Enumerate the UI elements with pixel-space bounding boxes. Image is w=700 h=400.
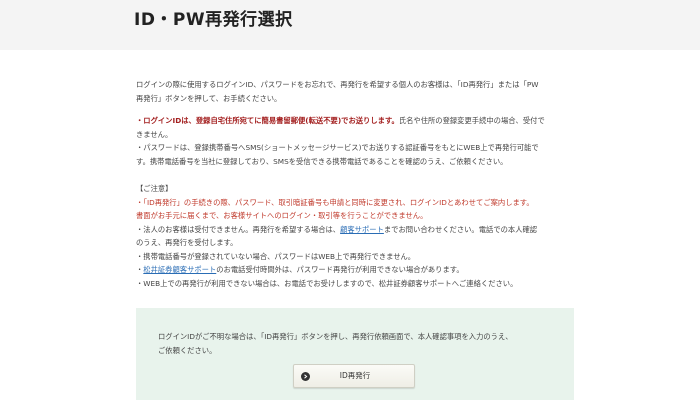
notes-heading: 【ご注意】 xyxy=(136,184,173,193)
notes-corporate-line: ・法人のお客様は受付できません。再発行を希望する場合は、顧客サポートまでお問い合… xyxy=(136,223,576,237)
login-info: ・ログインIDは、登録自宅住所宛てに簡易書留郵便(転送不要)でお送りします。氏名… xyxy=(136,114,576,168)
intro-text: ログインの際に使用するログインID、パスワードをお忘れで、再発行を希望する個人の… xyxy=(136,78,576,105)
login-id-bullet-line-2: きません。 xyxy=(136,129,173,139)
id-reissue-button[interactable]: ID再発行 xyxy=(293,364,415,388)
notes-mobile-line: ・携帯電話番号が登録されていない場合、パスワードはWEB上で再発行できません。 xyxy=(136,251,416,261)
login-id-bullet: ・ログインIDは、登録自宅住所宛てに簡易書留郵便(転送不要)でお送りします。氏名… xyxy=(136,114,576,128)
notes-warning-line-2: 書面がお手元に届くまで、お客様サイトへのログイン・取引等を行うことができません。 xyxy=(136,211,428,220)
password-bullet-line-2: す。携帯電話番号を当社に登録しており、SMSを受信できる携帯電話であることを確認… xyxy=(136,156,508,166)
page-header: ID・PW再発行選択 xyxy=(0,0,700,50)
id-reissue-button-label: ID再発行 xyxy=(339,371,371,380)
id-reissue-line-1: ログインIDがご不明な場合は、「ID再発行」ボタンを押し、再発行依頼画面で、本人… xyxy=(158,332,513,341)
notes-corporate-text-after: までお問い合わせください。電話での本人確認 xyxy=(383,224,538,234)
notes-corporate-line-2: のうえ、再発行を受付します。 xyxy=(136,238,238,247)
notes-corporate-text: ・法人のお客様は受付できません。再発行を希望する場合は、 xyxy=(136,224,341,234)
intro-line-1: ログインの際に使用するログインID、パスワードをお忘れで、再発行を希望する個人の… xyxy=(136,80,539,89)
id-reissue-box: ログインIDがご不明な場合は、「ID再発行」ボタンを押し、再発行依頼画面で、本人… xyxy=(136,308,574,400)
id-reissue-text: ログインIDがご不明な場合は、「ID再発行」ボタンを押し、再発行依頼画面で、本人… xyxy=(158,330,513,357)
notes-support-line: ・松井証券顧客サポートのお電話受付時間外は、パスワード再発行が利用できない場合が… xyxy=(136,263,576,277)
login-id-emphasis: ・ログインIDは、登録自宅住所宛てに簡易書留郵便(転送不要)でお送りします。 xyxy=(136,116,399,125)
intro-line-2: 再発行」ボタンを押して、お手続ください。 xyxy=(136,93,282,103)
login-id-rest: 氏名や住所の登録変更手続中の場合、受付で xyxy=(398,116,545,125)
notes-web-line: ・WEB上での再発行が利用できない場合は、お電話でお受けしますので、松井証券顧客… xyxy=(136,278,518,288)
notes-support-text: のお電話受付時間外は、パスワード再発行が利用できない場合があります。 xyxy=(216,265,464,274)
notes-warning-line-1: ・「ID再発行」の手続きの際、パスワード、取引暗証番号も申請と同時に変更され、ロ… xyxy=(136,197,534,207)
matsui-support-link[interactable]: 松井証券顧客サポート xyxy=(143,265,216,274)
notes-section: 【ご注意】 ・「ID再発行」の手続きの際、パスワード、取引暗証番号も申請と同時に… xyxy=(136,182,576,290)
page-title: ID・PW再発行選択 xyxy=(134,10,293,30)
password-bullet-line-1: ・パスワードは、登録携帯番号へSMS(ショートメッセージサービス)でお送りする認… xyxy=(136,143,539,152)
customer-support-link[interactable]: 顧客サポート xyxy=(340,225,384,234)
id-reissue-line-2: ご依頼ください。 xyxy=(158,345,217,355)
